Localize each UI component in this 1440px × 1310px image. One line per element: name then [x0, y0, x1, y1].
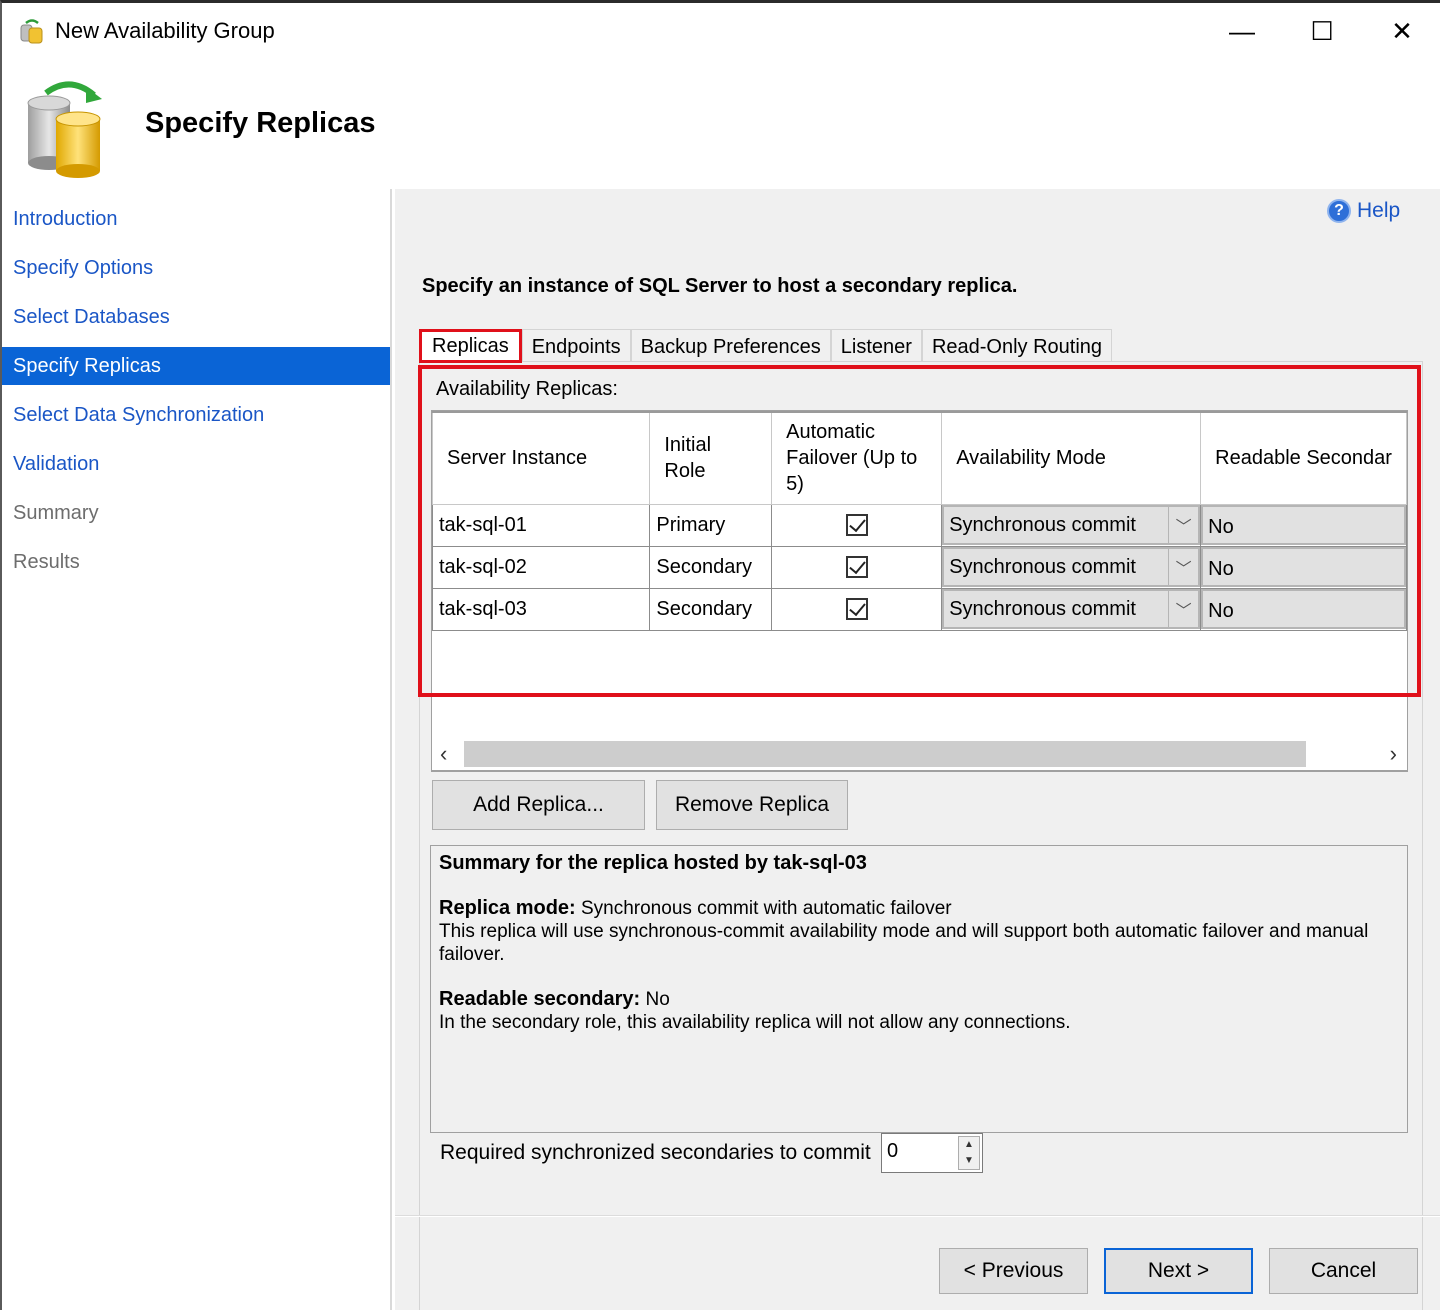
- readable-secondary-cell: No: [1200, 545, 1407, 589]
- database-sync-icon: [27, 81, 102, 178]
- tab-listener[interactable]: Listener: [830, 329, 922, 363]
- column-header-availability-mode[interactable]: Availability Mode: [941, 411, 1202, 505]
- sidebar-item-specify-options[interactable]: Specify Options: [2, 249, 390, 287]
- availability-group-app-icon: [20, 19, 43, 44]
- server-instance-cell[interactable]: tak-sql-02: [432, 545, 651, 589]
- title-bar: New Availability Group — ☐ ✕: [2, 3, 1440, 61]
- horizontal-scrollbar[interactable]: ‹ ›: [431, 737, 1408, 771]
- readable-secondary-cell: No: [1200, 503, 1407, 547]
- sidebar-item-specify-replicas[interactable]: Specify Replicas: [2, 347, 390, 385]
- readable-secondary-dropdown[interactable]: No: [1201, 547, 1406, 587]
- replica-mode-line: Replica mode: Synchronous commit with au…: [439, 897, 1399, 920]
- server-instance-cell[interactable]: tak-sql-03: [432, 587, 651, 631]
- required-sync-label: Required synchronized secondaries to com…: [440, 1141, 871, 1164]
- table-row[interactable]: tak-sql-01 Primary Synchronous commit ﹀ N…: [432, 503, 1407, 547]
- required-sync-stepper[interactable]: 0 ▲ ▼: [881, 1133, 983, 1173]
- tab-replicas[interactable]: Replicas: [419, 329, 522, 363]
- summary-title: Summary for the replica hosted by tak-sq…: [439, 852, 867, 874]
- column-header-automatic-failover[interactable]: Automatic Failover (Up to 5): [771, 411, 943, 505]
- minimize-button[interactable]: —: [1202, 3, 1282, 59]
- readable-secondary-value: No: [645, 989, 670, 1010]
- automatic-failover-checkbox[interactable]: [845, 514, 868, 537]
- availability-mode-cell: Synchronous commit ﹀: [941, 587, 1202, 631]
- availability-mode-dropdown[interactable]: Synchronous commit ﹀: [942, 505, 1201, 545]
- close-button[interactable]: ✕: [1362, 3, 1440, 59]
- readable-secondary-dropdown[interactable]: No: [1201, 505, 1406, 545]
- wizard-steps-sidebar: Introduction Specify Options Select Data…: [2, 189, 392, 1310]
- readable-secondary-dropdown[interactable]: No: [1201, 589, 1406, 629]
- required-sync-value[interactable]: 0: [887, 1140, 898, 1163]
- tab-read-only-routing[interactable]: Read-Only Routing: [921, 329, 1113, 363]
- table-header-row: Server Instance Initial Role Automatic F…: [432, 411, 1407, 505]
- sidebar-item-introduction[interactable]: Introduction: [2, 200, 390, 238]
- initial-role-cell: Secondary: [649, 587, 773, 631]
- window-title: New Availability Group: [55, 18, 275, 43]
- availability-mode-dropdown[interactable]: Synchronous commit ﹀: [942, 547, 1201, 587]
- initial-role-cell: Secondary: [649, 545, 773, 589]
- add-replica-button[interactable]: Add Replica...: [432, 780, 645, 830]
- availability-mode-cell: Synchronous commit ﹀: [941, 545, 1202, 589]
- tab-backup-preferences[interactable]: Backup Preferences: [630, 329, 831, 363]
- table-row[interactable]: tak-sql-03 Secondary Synchronous commit ﹀…: [432, 587, 1407, 631]
- readable-secondary-cell: No: [1200, 587, 1407, 631]
- automatic-failover-checkbox[interactable]: [845, 556, 868, 579]
- wizard-header: Specify Replicas: [2, 61, 1440, 189]
- readable-secondary-label: Readable secondary:: [439, 988, 641, 1010]
- wizard-window: New Availability Group — ☐ ✕ Specify Rep…: [0, 0, 1440, 1310]
- chevron-down-icon: ﹀: [1168, 506, 1198, 544]
- replicas-table: Server Instance Initial Role Automatic F…: [432, 411, 1407, 631]
- column-header-initial-role[interactable]: Initial Role: [649, 411, 773, 505]
- stepper-down-icon[interactable]: ▼: [959, 1153, 979, 1169]
- automatic-failover-cell: [771, 545, 943, 589]
- help-link[interactable]: ? Help: [1327, 199, 1400, 223]
- readable-secondary-line: Readable secondary: No: [439, 988, 1399, 1011]
- scrollbar-thumb[interactable]: [464, 741, 1306, 767]
- replica-mode-value: Synchronous commit with automatic failov…: [580, 898, 952, 919]
- stepper-buttons: ▲ ▼: [958, 1136, 980, 1170]
- automatic-failover-checkbox[interactable]: [845, 598, 868, 621]
- availability-replicas-label: Availability Replicas:: [436, 378, 618, 400]
- sidebar-item-select-data-synchronization[interactable]: Select Data Synchronization: [2, 396, 390, 434]
- replica-mode-label: Replica mode:: [439, 897, 576, 919]
- stepper-up-icon[interactable]: ▲: [959, 1137, 979, 1153]
- chevron-down-icon: ﹀: [1168, 548, 1198, 586]
- help-label: Help: [1357, 199, 1401, 222]
- sidebar-item-select-databases[interactable]: Select Databases: [2, 298, 390, 336]
- footer-divider: [395, 1215, 1440, 1217]
- server-instance-cell[interactable]: tak-sql-01: [432, 503, 651, 547]
- automatic-failover-cell: [771, 587, 943, 631]
- replica-mode-description: This replica will use synchronous-commit…: [439, 921, 1369, 965]
- scroll-left-icon[interactable]: ‹: [440, 741, 447, 767]
- scroll-right-icon[interactable]: ›: [1390, 741, 1397, 767]
- instruction-text: Specify an instance of SQL Server to hos…: [422, 275, 1018, 297]
- automatic-failover-cell: [771, 503, 943, 547]
- cancel-button[interactable]: Cancel: [1269, 1248, 1418, 1294]
- sidebar-item-results: Results: [13, 551, 80, 573]
- help-icon: ?: [1327, 199, 1351, 223]
- tab-endpoints[interactable]: Endpoints: [521, 329, 631, 363]
- previous-button[interactable]: < Previous: [939, 1248, 1088, 1294]
- table-row[interactable]: tak-sql-02 Secondary Synchronous commit ﹀…: [432, 545, 1407, 589]
- maximize-button[interactable]: ☐: [1282, 3, 1362, 59]
- page-title: Specify Replicas: [145, 107, 376, 139]
- sidebar-item-summary: Summary: [13, 502, 99, 524]
- next-button[interactable]: Next >: [1104, 1248, 1253, 1294]
- availability-mode-cell: Synchronous commit ﹀: [941, 503, 1202, 547]
- availability-mode-dropdown[interactable]: Synchronous commit ﹀: [942, 589, 1201, 629]
- remove-replica-button[interactable]: Remove Replica: [656, 780, 848, 830]
- column-header-server-instance[interactable]: Server Instance: [432, 411, 651, 505]
- sidebar-item-validation[interactable]: Validation: [2, 445, 390, 483]
- column-header-readable-secondary[interactable]: Readable Secondar: [1200, 411, 1407, 505]
- readable-secondary-description: In the secondary role, this availability…: [439, 1012, 1071, 1033]
- availability-mode-value: Synchronous commit: [949, 597, 1136, 620]
- availability-mode-value: Synchronous commit: [949, 555, 1136, 578]
- tab-strip: Replicas Endpoints Backup Preferences Li…: [419, 329, 1113, 363]
- availability-mode-value: Synchronous commit: [949, 513, 1136, 536]
- replica-summary-panel: Summary for the replica hosted by tak-sq…: [430, 845, 1408, 1133]
- replicas-grid: Server Instance Initial Role Automatic F…: [431, 410, 1408, 772]
- initial-role-cell: Primary: [649, 503, 773, 547]
- chevron-down-icon: ﹀: [1168, 590, 1198, 628]
